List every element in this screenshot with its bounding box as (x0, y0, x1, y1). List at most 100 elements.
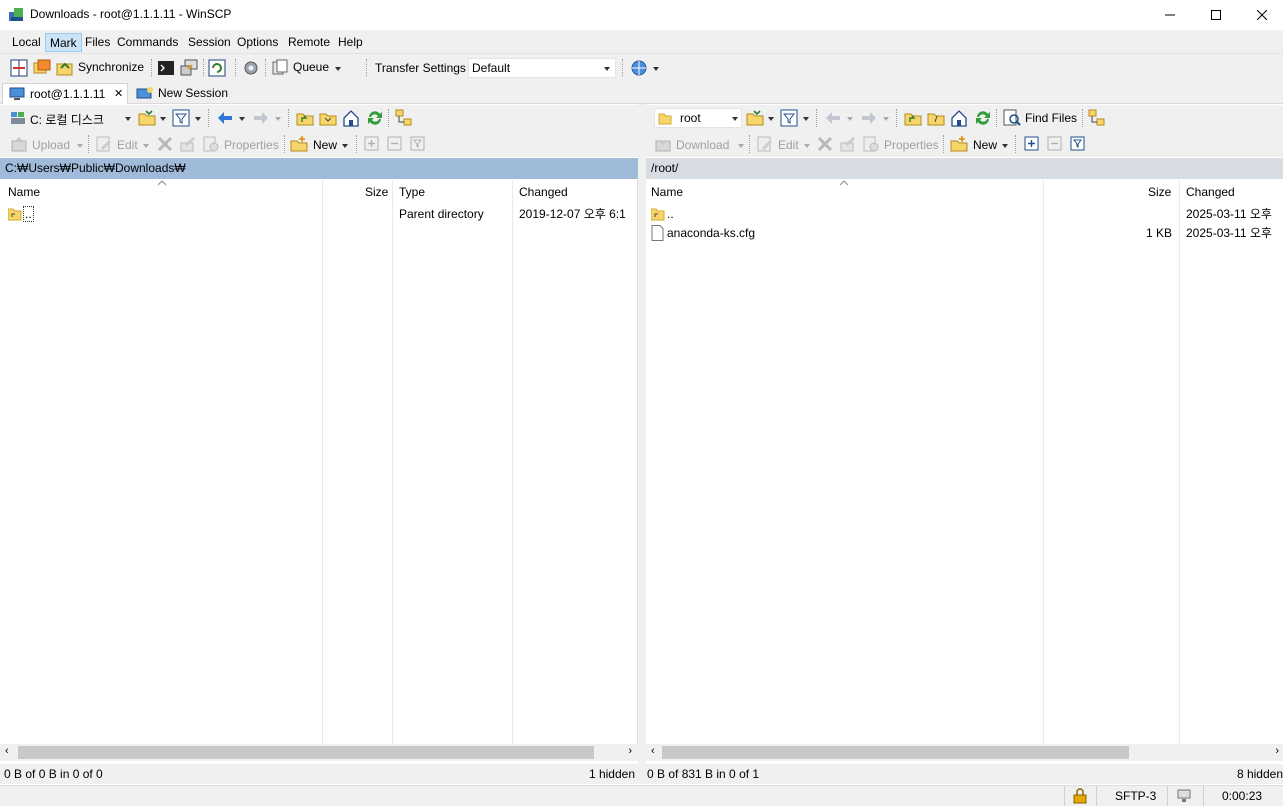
local-file-list[interactable]: Name Size Type Changed .. Parent directo… (0, 180, 638, 744)
tree-view-icon[interactable] (1088, 109, 1106, 127)
rename-icon[interactable] (179, 135, 197, 153)
new-caret[interactable] (1002, 144, 1008, 148)
remote-directory-select[interactable]: root (654, 108, 742, 128)
queue-label[interactable]: Queue (293, 60, 329, 74)
local-horizontal-scrollbar[interactable]: ‹ › (0, 744, 638, 761)
download-icon[interactable] (654, 135, 672, 153)
menu-local[interactable]: Local (8, 33, 45, 52)
edit-label[interactable]: Edit (778, 138, 799, 152)
back-caret[interactable] (239, 117, 245, 121)
open-directory-icon[interactable] (138, 109, 156, 127)
tab-new-session[interactable]: New Session (131, 83, 231, 104)
edit-label[interactable]: Edit (117, 138, 138, 152)
unselect-files-icon[interactable] (1047, 136, 1062, 151)
synchronize-icon[interactable] (56, 59, 74, 77)
scroll-thumb[interactable] (18, 746, 594, 759)
root-directory-icon[interactable] (319, 109, 337, 127)
minimize-button[interactable] (1147, 0, 1193, 30)
parent-directory-icon[interactable] (904, 109, 922, 127)
close-window-button[interactable] (1239, 0, 1283, 30)
sites-dropdown-caret[interactable] (653, 67, 659, 71)
menu-files[interactable]: Files (81, 33, 114, 52)
column-header-changed[interactable]: Changed (1186, 180, 1235, 204)
remote-hidden-count[interactable]: 8 hidden (1237, 764, 1283, 784)
menu-session[interactable]: Session (184, 33, 235, 52)
rename-icon[interactable] (839, 135, 857, 153)
console-icon[interactable] (157, 59, 175, 77)
back-caret[interactable] (847, 117, 853, 121)
open-directory-caret[interactable] (768, 117, 774, 121)
menu-help[interactable]: Help (334, 33, 367, 52)
delete-icon[interactable] (156, 135, 174, 153)
delete-icon[interactable] (816, 135, 834, 153)
refresh-icon[interactable] (366, 109, 384, 127)
back-arrow-icon[interactable] (216, 109, 234, 127)
home-icon[interactable] (950, 109, 968, 127)
table-row[interactable]: anaconda-ks.cfg 1 KB 2025-03-11 오후 (646, 224, 1283, 242)
menu-commands[interactable]: Commands (113, 33, 182, 52)
table-row[interactable]: .. Parent directory 2019-12-07 오후 6:1 (0, 205, 637, 223)
home-icon[interactable] (342, 109, 360, 127)
edit-caret[interactable] (143, 144, 149, 148)
forward-arrow-icon[interactable] (252, 109, 270, 127)
menu-remote[interactable]: Remote (284, 33, 334, 52)
edit-icon[interactable] (95, 135, 113, 153)
forward-caret[interactable] (275, 117, 281, 121)
lock-icon[interactable] (1073, 788, 1087, 804)
menu-options[interactable]: Options (233, 33, 282, 52)
tree-view-icon[interactable] (395, 109, 413, 127)
column-header-name[interactable]: Name (8, 180, 40, 204)
scroll-left-icon[interactable]: ‹ (651, 745, 655, 757)
select-files-icon[interactable] (364, 136, 379, 151)
scroll-right-icon[interactable]: › (628, 745, 632, 757)
filter-select-icon[interactable] (410, 136, 425, 151)
tab-session-root[interactable]: root@1.1.1.11 ✕ (2, 83, 128, 104)
new-caret[interactable] (342, 144, 348, 148)
properties-label[interactable]: Properties (884, 138, 939, 152)
transfer-preset-select[interactable]: Default (468, 58, 616, 78)
column-header-name[interactable]: Name (651, 180, 683, 204)
upload-caret[interactable] (77, 144, 83, 148)
panel-splitter[interactable] (638, 104, 646, 784)
edit-caret[interactable] (804, 144, 810, 148)
sites-globe-icon[interactable] (630, 59, 648, 77)
open-putty-icon[interactable] (180, 59, 198, 77)
column-header-size[interactable]: Size (365, 180, 388, 204)
unselect-files-icon[interactable] (387, 136, 402, 151)
maximize-button[interactable] (1193, 0, 1239, 30)
download-caret[interactable] (738, 144, 744, 148)
parent-directory-icon[interactable] (296, 109, 314, 127)
refresh-icon[interactable] (974, 109, 992, 127)
new-folder-icon[interactable] (290, 135, 308, 153)
filter-caret[interactable] (803, 117, 809, 121)
column-header-type[interactable]: Type (399, 180, 425, 204)
remote-horizontal-scrollbar[interactable]: ‹ › (646, 744, 1283, 761)
find-files-label[interactable]: Find Files (1025, 111, 1077, 125)
properties-label[interactable]: Properties (224, 138, 279, 152)
keep-remote-up-to-date-icon[interactable] (208, 59, 226, 77)
column-header-size[interactable]: Size (1148, 180, 1171, 204)
filter-select-icon[interactable] (1070, 136, 1085, 151)
local-hidden-count[interactable]: 1 hidden (589, 764, 635, 784)
column-header-changed[interactable]: Changed (519, 180, 568, 204)
back-arrow-icon[interactable] (824, 109, 842, 127)
filter-icon[interactable] (172, 109, 190, 127)
scroll-left-icon[interactable]: ‹ (5, 745, 9, 757)
scroll-right-icon[interactable]: › (1275, 745, 1279, 757)
select-files-icon[interactable] (1024, 136, 1039, 151)
table-row[interactable]: .. 2025-03-11 오후 (646, 205, 1283, 223)
new-label[interactable]: New (973, 138, 997, 152)
new-folder-icon[interactable] (950, 135, 968, 153)
open-directory-icon[interactable] (746, 109, 764, 127)
download-label[interactable]: Download (676, 138, 729, 152)
edit-icon[interactable] (756, 135, 774, 153)
upload-icon[interactable] (10, 135, 28, 153)
upload-label[interactable]: Upload (32, 138, 70, 152)
queue-icon[interactable] (271, 59, 289, 77)
preferences-gear-icon[interactable] (242, 59, 260, 77)
new-label[interactable]: New (313, 138, 337, 152)
root-directory-icon[interactable] (927, 109, 945, 127)
properties-icon[interactable] (202, 135, 220, 153)
forward-arrow-icon[interactable] (860, 109, 878, 127)
close-tab-icon[interactable]: ✕ (114, 84, 123, 104)
